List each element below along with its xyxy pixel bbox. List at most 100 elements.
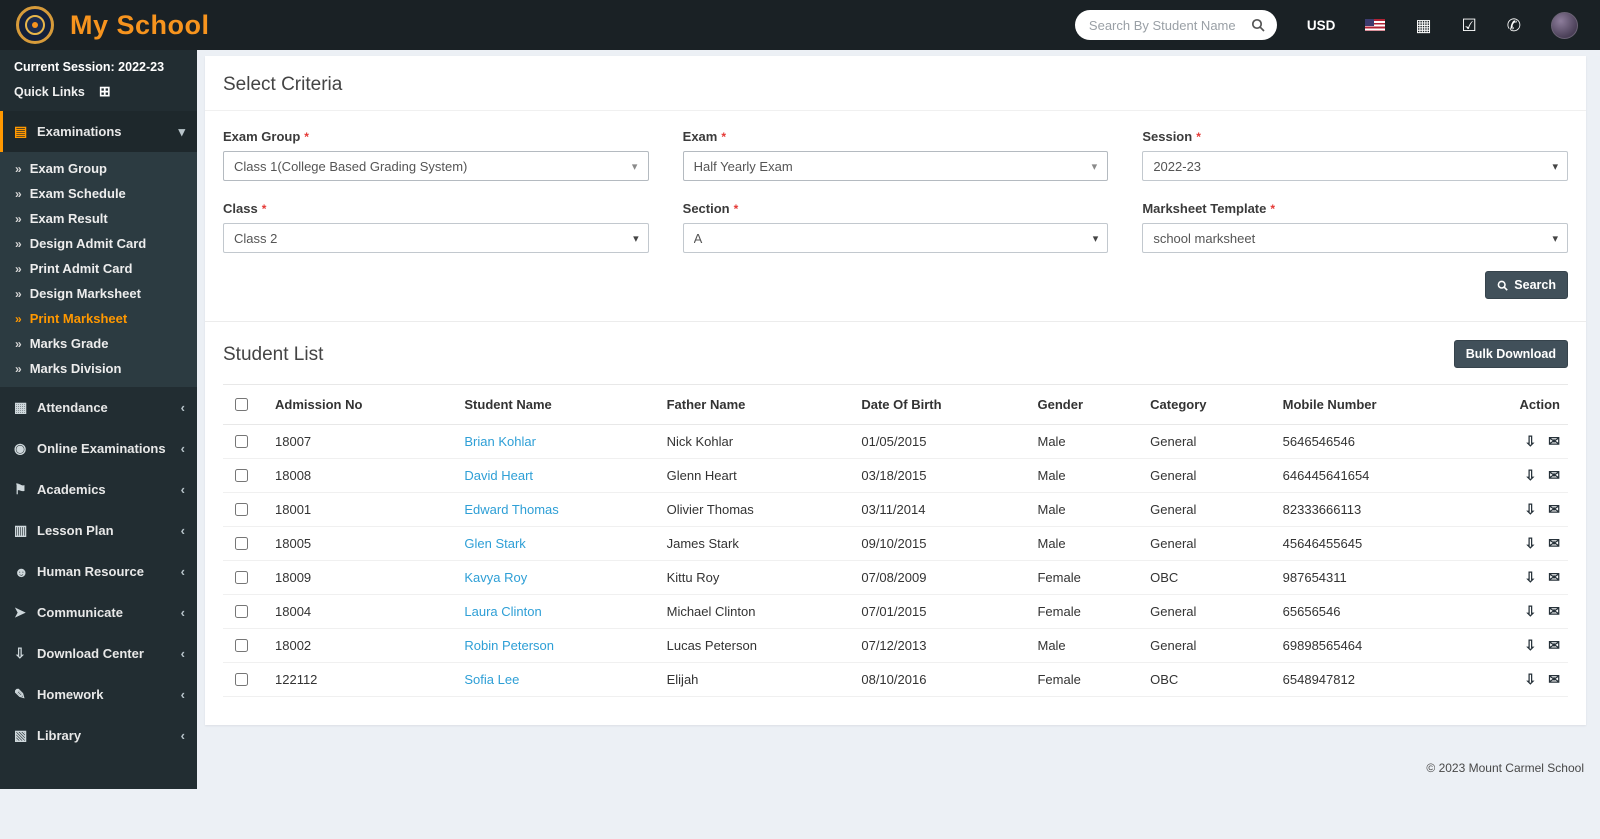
row-checkbox[interactable]: [235, 639, 248, 652]
submenu-item-design-marksheet[interactable]: »Design Marksheet: [0, 281, 197, 306]
row-checkbox[interactable]: [235, 673, 248, 686]
download-icon[interactable]: ⇩: [1525, 433, 1537, 449]
form-field-marksheet-template: Marksheet Template* school marksheet▾: [1142, 201, 1568, 253]
session-select[interactable]: 2022-23▾: [1142, 151, 1568, 181]
submenu-item-design-admit-card[interactable]: »Design Admit Card: [0, 231, 197, 256]
page-title: Select Criteria: [205, 70, 1586, 111]
student-name-link[interactable]: Glen Stark: [464, 536, 525, 551]
cell-category: General: [1142, 425, 1275, 459]
whatsapp-icon[interactable]: ✆: [1507, 17, 1521, 34]
search-button[interactable]: Search: [1485, 271, 1568, 299]
download-icon[interactable]: ⇩: [1525, 637, 1537, 653]
sidebar-item-label: Human Resource: [37, 564, 181, 579]
sidebar-item-lesson-plan[interactable]: ▥Lesson Plan‹: [0, 510, 197, 551]
student-name-link[interactable]: Robin Peterson: [464, 638, 554, 653]
chevron-left-icon: ‹: [181, 728, 185, 743]
cell-date-of-birth: 08/10/2016: [853, 663, 1029, 697]
email-icon[interactable]: ✉: [1548, 569, 1560, 585]
chevron-left-icon: ‹: [181, 605, 185, 620]
sidebar-item-attendance[interactable]: ▦Attendance‹: [0, 387, 197, 428]
submenu-item-print-admit-card[interactable]: »Print Admit Card: [0, 256, 197, 281]
sidebar-item-communicate[interactable]: ➤Communicate‹: [0, 592, 197, 633]
email-icon[interactable]: ✉: [1548, 603, 1560, 619]
cell-category: General: [1142, 459, 1275, 493]
download-icon[interactable]: ⇩: [1525, 535, 1537, 551]
submenu-item-exam-result[interactable]: »Exam Result: [0, 206, 197, 231]
quick-links[interactable]: Quick Links ⊞: [0, 76, 197, 111]
main-content: Select Criteria Exam Group*Class 1(Colle…: [197, 50, 1600, 789]
row-checkbox[interactable]: [235, 435, 248, 448]
required-asterisk: *: [734, 202, 739, 216]
school-logo-icon[interactable]: [16, 6, 54, 44]
cell-gender: Female: [1029, 561, 1142, 595]
download-icon[interactable]: ⇩: [1525, 501, 1537, 517]
email-icon[interactable]: ✉: [1548, 433, 1560, 449]
download-icon[interactable]: ⇩: [1525, 603, 1537, 619]
submenu-item-marks-division[interactable]: »Marks Division: [0, 356, 197, 381]
cell-actions: ⇩✉: [1476, 493, 1568, 527]
student-name-link[interactable]: Laura Clinton: [464, 604, 541, 619]
sidebar-item-academics[interactable]: ⚑Academics‹: [0, 469, 197, 510]
human-resource-icon: ☻: [14, 564, 37, 580]
row-checkbox[interactable]: [235, 503, 248, 516]
sidebar-item-human-resource[interactable]: ☻Human Resource‹: [0, 551, 197, 592]
email-icon[interactable]: ✉: [1548, 501, 1560, 517]
email-icon[interactable]: ✉: [1548, 467, 1560, 483]
row-checkbox[interactable]: [235, 537, 248, 550]
marksheet-template-select[interactable]: school marksheet▾: [1142, 223, 1568, 253]
field-label: Marksheet Template*: [1142, 201, 1568, 216]
email-icon[interactable]: ✉: [1548, 535, 1560, 551]
submenu-item-print-marksheet[interactable]: »Print Marksheet: [0, 306, 197, 331]
submenu-item-exam-schedule[interactable]: »Exam Schedule: [0, 181, 197, 206]
submenu-item-marks-grade[interactable]: »Marks Grade: [0, 331, 197, 356]
exam-group-select[interactable]: Class 1(College Based Grading System)▾: [223, 151, 649, 181]
bulk-download-button[interactable]: Bulk Download: [1454, 340, 1568, 368]
selected-value: Class 2: [234, 231, 624, 246]
dropdown-arrow-icon: ▾: [1543, 160, 1567, 173]
email-icon[interactable]: ✉: [1548, 637, 1560, 653]
search-input[interactable]: [1087, 17, 1245, 34]
sidebar-item-label: Communicate: [37, 605, 181, 620]
class-select[interactable]: Class 2▾: [223, 223, 649, 253]
section-divider: [205, 321, 1586, 322]
student-name-link[interactable]: Sofia Lee: [464, 672, 519, 687]
student-name-link[interactable]: Kavya Roy: [464, 570, 527, 585]
sidebar-item-label: Lesson Plan: [37, 523, 181, 538]
sidebar-item-online-examinations[interactable]: ◉Online Examinations‹: [0, 428, 197, 469]
select-all-checkbox[interactable]: [235, 398, 248, 411]
row-checkbox[interactable]: [235, 469, 248, 482]
us-flag-icon[interactable]: [1365, 19, 1385, 31]
student-name-link[interactable]: David Heart: [464, 468, 533, 483]
calendar-icon[interactable]: ▦: [1415, 17, 1431, 34]
row-checkbox[interactable]: [235, 571, 248, 584]
exam-select[interactable]: Half Yearly Exam▾: [683, 151, 1109, 181]
cell-actions: ⇩✉: [1476, 663, 1568, 697]
search-icon: [1497, 280, 1508, 291]
section-select[interactable]: A▾: [683, 223, 1109, 253]
student-name-link[interactable]: Brian Kohlar: [464, 434, 536, 449]
search-icon[interactable]: [1251, 18, 1265, 32]
download-icon[interactable]: ⇩: [1525, 569, 1537, 585]
student-name-link[interactable]: Edward Thomas: [464, 502, 558, 517]
sidebar-item-homework[interactable]: ✎Homework‹: [0, 674, 197, 715]
cell-date-of-birth: 03/18/2015: [853, 459, 1029, 493]
download-icon[interactable]: ⇩: [1525, 467, 1537, 483]
cell-mobile-number: 987654311: [1275, 561, 1476, 595]
download-icon[interactable]: ⇩: [1525, 671, 1537, 687]
submenu-item-label: Marks Division: [30, 361, 122, 376]
user-avatar[interactable]: [1551, 12, 1578, 39]
sidebar-item-examinations[interactable]: ▤Examinations▾: [0, 111, 197, 152]
submenu-item-label: Print Marksheet: [30, 311, 128, 326]
sidebar-item-library[interactable]: ▧Library‹: [0, 715, 197, 756]
cell-mobile-number: 45646455645: [1275, 527, 1476, 561]
cell-admission-no: 18005: [267, 527, 456, 561]
email-icon[interactable]: ✉: [1548, 671, 1560, 687]
required-asterisk: *: [304, 130, 309, 144]
submenu-item-label: Design Marksheet: [30, 286, 141, 301]
tasks-icon[interactable]: ☑: [1462, 17, 1477, 34]
sidebar-item-download-center[interactable]: ⇩Download Center‹: [0, 633, 197, 674]
field-label: Section*: [683, 201, 1109, 216]
row-checkbox[interactable]: [235, 605, 248, 618]
currency-label[interactable]: USD: [1307, 18, 1336, 33]
submenu-item-exam-group[interactable]: »Exam Group: [0, 156, 197, 181]
